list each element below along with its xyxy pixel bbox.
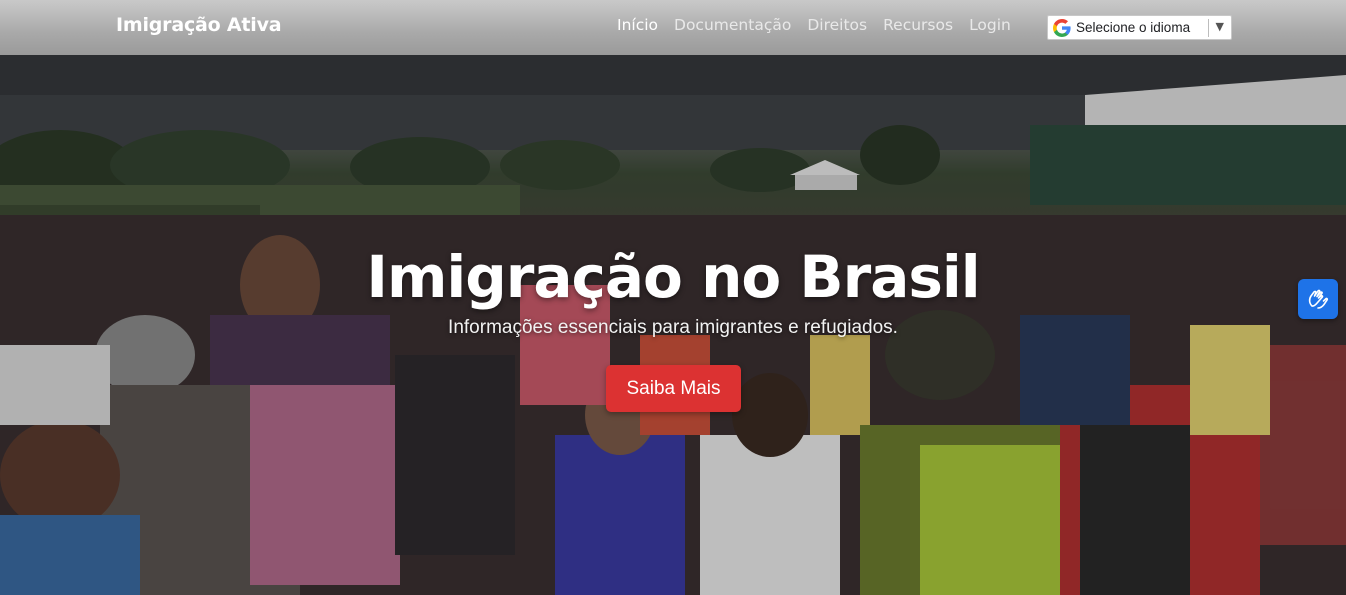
language-select-label: Selecione o idioma <box>1076 20 1191 35</box>
nav-link-documentacao[interactable]: Documentação <box>674 16 791 34</box>
hero-subtitle: Informações essenciais para imigrantes e… <box>448 317 898 338</box>
saiba-mais-button[interactable]: Saiba Mais <box>606 365 741 412</box>
nav-link-direitos[interactable]: Direitos <box>807 16 867 34</box>
nav-link-recursos[interactable]: Recursos <box>883 16 953 34</box>
nav-link-login[interactable]: Login <box>969 16 1011 34</box>
nav-links: Início Documentação Direitos Recursos Lo… <box>617 16 1027 34</box>
google-g-icon <box>1053 18 1071 37</box>
brand-logo[interactable]: Imigração Ativa <box>116 14 282 36</box>
hero-section: Imigração no Brasil Informações essencia… <box>0 55 1346 595</box>
accessibility-button[interactable] <box>1298 279 1338 319</box>
nav-link-inicio[interactable]: Início <box>617 16 658 34</box>
hero-title: Imigração no Brasil <box>366 243 980 311</box>
language-select-divider <box>1208 19 1209 37</box>
chevron-down-icon: ▼ <box>1215 20 1224 33</box>
navbar: Imigração Ativa Início Documentação Dire… <box>0 0 1346 55</box>
language-select[interactable]: Selecione o idioma ▼ <box>1047 15 1232 40</box>
sign-language-hands-icon <box>1308 289 1329 309</box>
